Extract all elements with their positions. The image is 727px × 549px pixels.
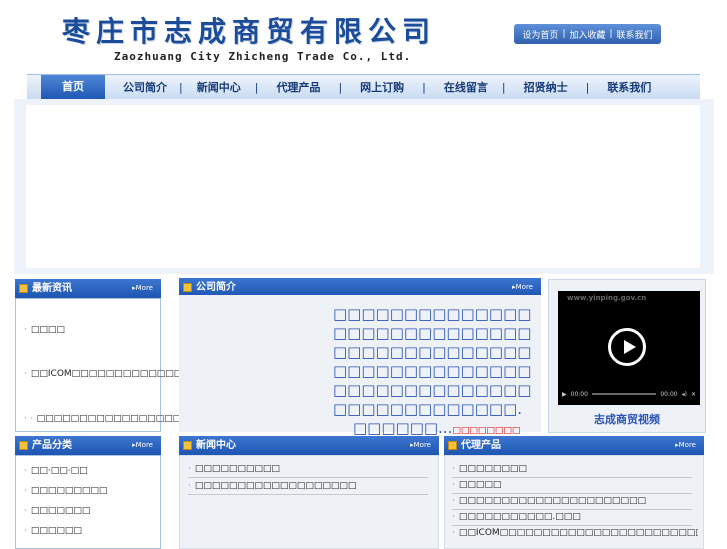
nav-separator: | <box>501 80 506 94</box>
categories-header: 产品分类 ▸More <box>15 436 161 455</box>
main-nav: 首页 公司简介 | 新闻中心 | 代理产品 | 网上订购 | 在线留言 | 招贤… <box>27 74 700 100</box>
fullscreen-icon[interactable]: ✕ <box>691 391 696 398</box>
news-more-link[interactable]: ▸More <box>410 436 431 455</box>
list-item[interactable]: · □□□□□□□□□□□.□□□ <box>452 512 581 522</box>
products-title: 代理产品 <box>461 440 501 451</box>
header-square-icon <box>19 283 28 293</box>
progress-bar[interactable] <box>591 393 657 395</box>
list-item[interactable]: · □□□□□□□□□□□□□□□□□□□□□□ <box>452 496 646 506</box>
nav-separator: | <box>179 80 183 94</box>
nav-message[interactable]: 在线留言 <box>444 79 488 95</box>
list-item[interactable]: · □□·□□·□□ <box>24 466 88 476</box>
header-square-icon <box>448 440 457 450</box>
list-item[interactable]: · □□□□ <box>24 325 65 335</box>
nav-separator: | <box>338 80 343 94</box>
add-favorite-link[interactable]: 加入收藏 <box>565 28 609 41</box>
divider <box>452 493 692 494</box>
nav-home[interactable]: 首页 <box>41 75 105 99</box>
list-item[interactable]: · □□□□□ <box>452 480 501 490</box>
divider <box>188 477 428 478</box>
video-panel: www.yinping.gov.cn ▶ 00:00 00:00 ◂) ✕ 志成… <box>548 279 706 433</box>
divider <box>188 494 428 495</box>
nav-contact[interactable]: 联系我们 <box>607 79 651 95</box>
list-item[interactable]: · □□□□□□□□□ <box>24 486 107 496</box>
latest-news-title: 最新资讯 <box>32 283 72 294</box>
video-caption[interactable]: 志成商贸视频 <box>549 411 705 427</box>
company-logo-en: Zaozhuang City Zhicheng Trade Co., Ltd. <box>114 50 412 63</box>
about-text: □□□□□□□□□□□□□□□□□□□□□□□□□□□□□□□□□□□□□□□□… <box>333 305 532 437</box>
list-item[interactable]: · □□□□□□□□□□□□□□□□□□□ <box>188 481 356 491</box>
time-total: 00:00 <box>660 390 678 398</box>
about-title: 公司简介 <box>196 282 236 293</box>
video-player[interactable]: www.yinping.gov.cn ▶ 00:00 00:00 ◂) ✕ <box>558 291 700 405</box>
divider <box>452 477 692 478</box>
volume-icon[interactable]: ◂) <box>682 391 687 398</box>
nav-products[interactable]: 代理产品 <box>276 79 320 95</box>
list-item[interactable]: · □□□□□□ <box>24 526 82 536</box>
news-header: 新闻中心 ▸More <box>179 436 439 455</box>
list-item[interactable]: · □□□□□□□□ <box>452 464 527 474</box>
list-item[interactable]: · □□□□□□□ <box>24 506 90 516</box>
list-item[interactable]: ·□□ICOM□□□□□□□□□□□□□□□□□□□□□□□□□□□□□□□□□ <box>452 528 698 538</box>
latest-news-panel <box>15 298 161 432</box>
categories-more-link[interactable]: ▸More <box>132 436 153 455</box>
contact-link-top[interactable]: 联系我们 <box>613 28 657 41</box>
nav-jobs[interactable]: 招贤纳士 <box>524 79 568 95</box>
categories-title: 产品分类 <box>32 440 72 451</box>
video-watermark: www.yinping.gov.cn <box>567 294 647 302</box>
list-item[interactable]: · · □□□□□□□□□□□□□□□□□□ <box>24 414 190 424</box>
play-icon[interactable] <box>608 328 646 366</box>
top-links: 设为首页 | 加入收藏 | 联系我们 <box>514 24 661 44</box>
latest-news-header: 最新资讯 ▸More <box>15 279 161 298</box>
play-small-icon[interactable]: ▶ <box>562 391 567 398</box>
nav-separator: | <box>585 80 590 94</box>
banner <box>14 99 714 274</box>
nav-news[interactable]: 新闻中心 <box>197 79 241 95</box>
header-square-icon <box>19 440 28 450</box>
banner-flash-area <box>26 105 700 268</box>
video-controls[interactable]: ▶ 00:00 00:00 ◂) ✕ <box>562 389 696 399</box>
header: 枣庄市志成商贸有限公司 Zaozhuang City Zhicheng Trad… <box>0 0 727 72</box>
header-square-icon <box>183 282 192 292</box>
latest-news-more-link[interactable]: ▸More <box>132 279 153 298</box>
list-item[interactable]: · □□□□□□□□□□ <box>188 464 280 474</box>
nav-separator: | <box>422 80 426 94</box>
divider <box>452 509 692 510</box>
company-logo-cn: 枣庄市志成商贸有限公司 <box>62 15 437 48</box>
nav-separator: | <box>254 80 259 94</box>
nav-order[interactable]: 网上订购 <box>360 79 404 95</box>
header-square-icon <box>183 440 192 450</box>
list-item[interactable]: · □□ICOM□□□□□□□□□□□□□□... <box>24 369 199 379</box>
news-title: 新闻中心 <box>196 440 236 451</box>
time-current: 00:00 <box>570 390 588 398</box>
products-header: 代理产品 ▸More <box>444 436 704 455</box>
set-homepage-link[interactable]: 设为首页 <box>518 28 562 41</box>
about-readmore-link[interactable]: □□□□□□□□ <box>452 426 520 436</box>
nav-about[interactable]: 公司简介 <box>123 79 167 95</box>
divider <box>452 525 692 526</box>
products-more-link[interactable]: ▸More <box>675 436 696 455</box>
